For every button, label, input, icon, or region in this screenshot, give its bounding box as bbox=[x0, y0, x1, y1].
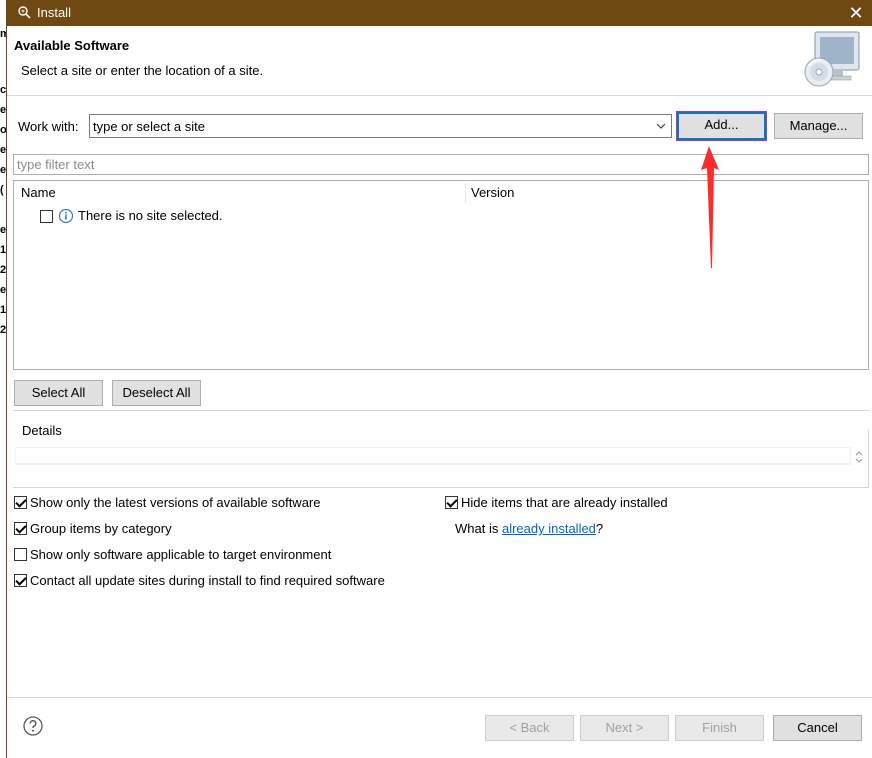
filter-placeholder: type filter text bbox=[17, 157, 95, 172]
hide-installed-label[interactable]: Hide items that are already installed bbox=[461, 495, 668, 510]
page-description: Select a site or enter the location of a… bbox=[21, 63, 264, 78]
info-icon bbox=[58, 208, 74, 224]
details-text-area[interactable] bbox=[15, 447, 851, 465]
finish-button[interactable]: Finish bbox=[675, 715, 764, 741]
title-bar: Install ✕ bbox=[7, 0, 872, 26]
filter-input[interactable]: type filter text bbox=[13, 154, 869, 175]
chevron-down-icon[interactable] bbox=[655, 120, 667, 132]
column-separator[interactable] bbox=[465, 183, 466, 203]
work-with-value[interactable]: type or select a site bbox=[93, 119, 205, 134]
help-icon[interactable] bbox=[23, 716, 43, 736]
what-is-installed: What is already installed? bbox=[455, 521, 603, 536]
install-app-icon bbox=[18, 6, 31, 19]
what-is-suffix: ? bbox=[595, 521, 604, 536]
contact-sites-label[interactable]: Contact all update sites during install … bbox=[30, 573, 385, 588]
tree-row-checkbox[interactable] bbox=[40, 210, 53, 223]
what-is-prefix: What is bbox=[455, 521, 502, 536]
select-all-button[interactable]: Select All bbox=[14, 380, 103, 406]
details-group-border-bottom bbox=[13, 487, 869, 488]
next-button[interactable]: Next > bbox=[580, 715, 669, 741]
details-group-border bbox=[868, 430, 869, 488]
group-by-category-checkbox[interactable] bbox=[14, 522, 27, 535]
show-applicable-checkbox[interactable] bbox=[14, 548, 27, 561]
group-by-category-label[interactable]: Group items by category bbox=[30, 521, 172, 536]
window-title: Install bbox=[37, 5, 71, 20]
deselect-all-button[interactable]: Deselect All bbox=[112, 380, 201, 406]
wizard-banner: Available Software Select a site or ente… bbox=[7, 26, 872, 96]
install-dialog: Install ✕ Available Software Select a si… bbox=[6, 0, 872, 758]
column-header-name[interactable]: Name bbox=[21, 181, 56, 205]
column-header-version[interactable]: Version bbox=[471, 181, 514, 205]
show-applicable-label[interactable]: Show only software applicable to target … bbox=[30, 547, 331, 562]
details-label: Details bbox=[22, 423, 62, 438]
show-latest-label[interactable]: Show only the latest versions of availab… bbox=[30, 495, 321, 510]
hide-installed-checkbox[interactable] bbox=[445, 496, 458, 509]
work-with-label: Work with: bbox=[18, 119, 79, 134]
monitor-cd-icon bbox=[804, 31, 860, 87]
scroll-arrows-icon[interactable] bbox=[853, 448, 865, 466]
cancel-button[interactable]: Cancel bbox=[773, 715, 862, 741]
software-tree[interactable]: Name Version There is no site selected. bbox=[13, 180, 869, 370]
work-with-combo[interactable]: type or select a site bbox=[89, 114, 672, 138]
show-latest-checkbox[interactable] bbox=[14, 496, 27, 509]
tree-row-label: There is no site selected. bbox=[78, 208, 223, 223]
page-title: Available Software bbox=[14, 38, 130, 53]
manage-button[interactable]: Manage... bbox=[774, 113, 863, 139]
contact-sites-checkbox[interactable] bbox=[14, 574, 27, 587]
back-button[interactable]: < Back bbox=[485, 715, 574, 741]
already-installed-link[interactable]: already installed bbox=[502, 521, 596, 536]
footer-separator bbox=[7, 697, 872, 698]
close-icon[interactable]: ✕ bbox=[845, 2, 867, 24]
annotation-arrow-icon bbox=[701, 146, 719, 268]
add-button[interactable]: Add... bbox=[676, 111, 767, 141]
